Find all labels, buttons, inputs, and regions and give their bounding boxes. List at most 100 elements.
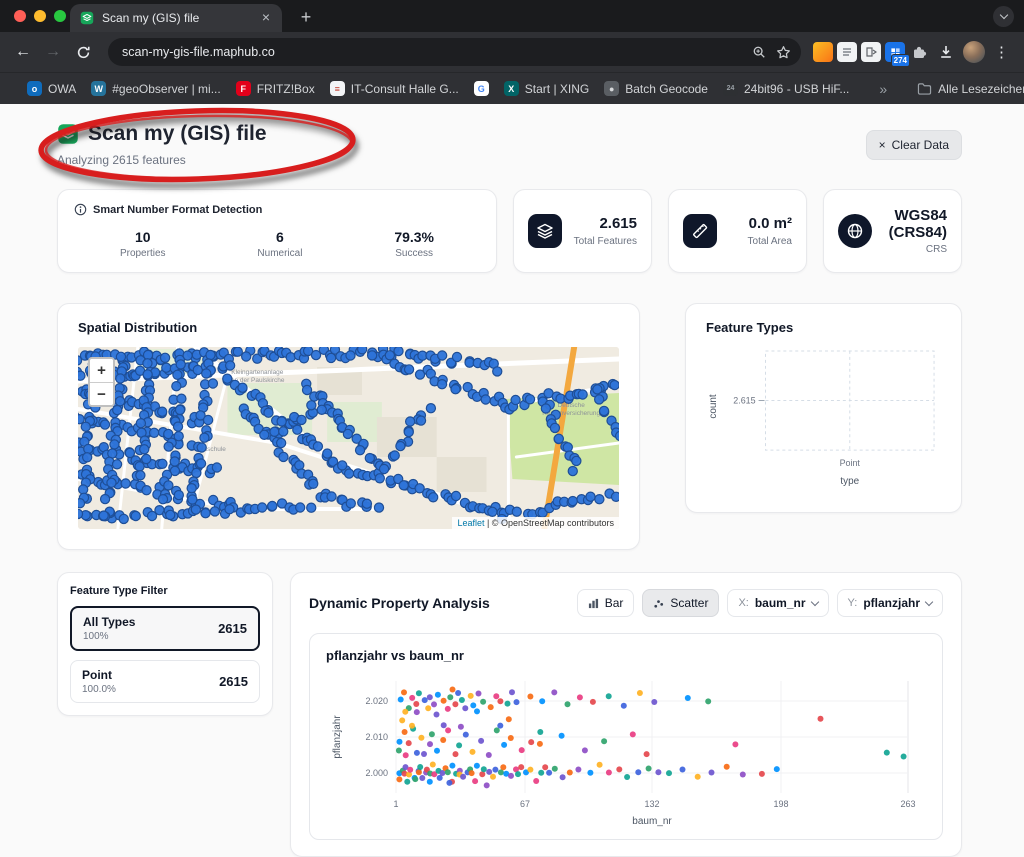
stat-properties: 10 Properties [120,229,166,259]
zoom-out-button[interactable]: − [90,382,113,405]
bookmarks-overflow-button[interactable]: » [879,81,887,97]
ft-ytick: 2.615 [733,395,755,405]
ft-xlabel: type [840,476,859,487]
chevron-down-icon [999,11,1007,19]
scatter-panel: pflanzjahr vs baum_nr pflanzjahr 2.000 2… [309,633,943,840]
zoom-icon[interactable] [752,45,766,59]
stat-label: Numerical [257,248,302,259]
total-area-label: Total Area [748,236,792,247]
bookmark-item[interactable]: 24 24bit96 - USB HiF... [723,81,849,96]
close-icon: × [879,138,886,152]
total-area-card: 0.0 m² Total Area [668,189,807,273]
scatter-ylabel: pflanzjahr [332,715,343,759]
option-name: Point [82,668,116,682]
document-lines-icon [841,46,853,58]
tab-favicon-gis-icon [80,11,94,25]
bookmark-item[interactable]: FFRITZ!Box [236,81,315,96]
bookmark-favicon: ● [604,81,619,96]
back-button[interactable]: ← [10,39,36,65]
bookmark-label: Start | XING [525,82,589,96]
bookmark-label: Batch Geocode [625,82,708,96]
stat-value: 6 [257,229,302,245]
url-text: scan-my-gis-file.maphub.co [122,45,742,59]
filter-option-all-types[interactable]: All Types 100% 2615 [70,606,260,651]
bookmark-star-icon[interactable] [776,45,791,60]
crs-label: CRS [872,244,947,255]
total-features-value: 2.615 [574,215,637,232]
bookmark-items: oOWA W#geoObserver | mi... FFRITZ!Box ≡IT-C… [27,81,849,96]
x-axis-select[interactable]: X: baum_nr [727,589,828,617]
option-percent: 100% [83,631,135,642]
profile-avatar[interactable] [963,41,985,63]
clear-data-button[interactable]: × Clear Data [866,130,962,160]
reload-icon [76,45,91,60]
bookmark-label: IT-Consult Halle G... [351,82,459,96]
y-value: pflanzjahr [863,596,920,610]
map-zoom-control: + − [88,357,115,407]
folder-label: Alle Lesezeichen [938,82,1024,96]
stat-value: 79.3% [394,229,434,245]
scatter-chart-title: pflanzjahr vs baum_nr [326,648,926,663]
browser-tab[interactable]: Scan my (GIS) file × [70,4,282,32]
bookmarks-bar: oOWA W#geoObserver | mi... FFRITZ!Box ≡IT-C… [0,72,1024,104]
xtick: 1 [393,799,398,809]
page-content: Scan my (GIS) file Analyzing 2615 featur… [0,104,1024,857]
detection-title: Smart Number Format Detection [93,204,262,216]
bookmark-label: #geoObserver | mi... [112,82,221,96]
total-features-label: Total Features [574,236,637,247]
folder-icon [917,82,932,95]
close-window-button[interactable] [14,10,26,22]
feature-type-filter-card: Feature Type Filter All Types 100% 2615 … [57,572,273,716]
downloads-button[interactable] [933,39,959,65]
leaflet-link[interactable]: Leaflet [457,518,484,528]
bookmark-item[interactable]: W#geoObserver | mi... [91,81,221,96]
x-value: baum_nr [755,596,806,610]
scatter-label: Scatter [670,596,708,610]
forward-button[interactable]: → [40,39,66,65]
extension-icon-blue[interactable]: 274 [885,42,905,62]
browser-menu-button[interactable]: ⋮ [989,43,1014,61]
bookmark-item[interactable]: G [474,81,489,96]
address-bar[interactable]: scan-my-gis-file.maphub.co [108,38,801,66]
feature-types-card: Feature Types count 2.615 Point type [685,303,962,513]
download-icon [938,44,954,60]
extension-icon-translate[interactable] [861,42,881,62]
filter-title: Feature Type Filter [70,585,260,597]
crs-value: WGS84 (CRS84) [872,207,947,242]
bookmark-item[interactable]: XStart | XING [504,81,589,96]
osm-attribution[interactable]: | © OpenStreetMap contributors [484,518,614,528]
browser-toolbar: ← → scan-my-gis-file.maphub.co [0,32,1024,72]
bookmark-favicon: 24 [723,81,738,96]
bar-chart-icon [588,598,599,609]
y-axis-select[interactable]: Y: pflanzjahr [837,589,943,617]
option-count: 2615 [219,674,248,689]
tab-search-button[interactable] [993,6,1014,27]
extensions-puzzle-button[interactable] [909,42,929,62]
arrow-doc-icon [865,46,877,58]
feature-types-chart: count 2.615 Point type [706,345,941,494]
filter-option-point[interactable]: Point 100.0% 2615 [70,660,260,703]
stat-success: 79.3% Success [394,229,434,259]
svg-text:Kleingartenanlage: Kleingartenanlage [231,369,283,376]
bookmark-item[interactable]: oOWA [27,81,76,96]
extension-badge: 274 [891,54,910,67]
extension-icon-orange[interactable] [813,42,833,62]
tab-close-icon[interactable]: × [258,10,274,26]
new-tab-button[interactable]: + [294,7,318,28]
ft-xtick: Point [840,458,861,468]
scatter-toggle-button[interactable]: Scatter [642,589,719,617]
bookmark-favicon: o [27,81,42,96]
bookmark-item[interactable]: ● Batch Geocode [604,81,708,96]
leaflet-map[interactable]: ErholungKleingartenanlageAn der Paulskir… [78,347,619,529]
all-bookmarks-folder[interactable]: Alle Lesezeichen [917,82,1024,96]
bookmark-label: 24bit96 - USB HiF... [744,82,849,96]
zoom-in-button[interactable]: + [90,359,113,382]
bookmark-item[interactable]: ≡IT-Consult Halle G... [330,81,459,96]
minimize-window-button[interactable] [34,10,46,22]
stat-value: 10 [120,229,166,245]
extension-icon-document[interactable] [837,42,857,62]
reload-button[interactable] [70,39,96,65]
bar-toggle-button[interactable]: Bar [577,589,635,617]
maximize-window-button[interactable] [54,10,66,22]
puzzle-icon [911,44,927,60]
